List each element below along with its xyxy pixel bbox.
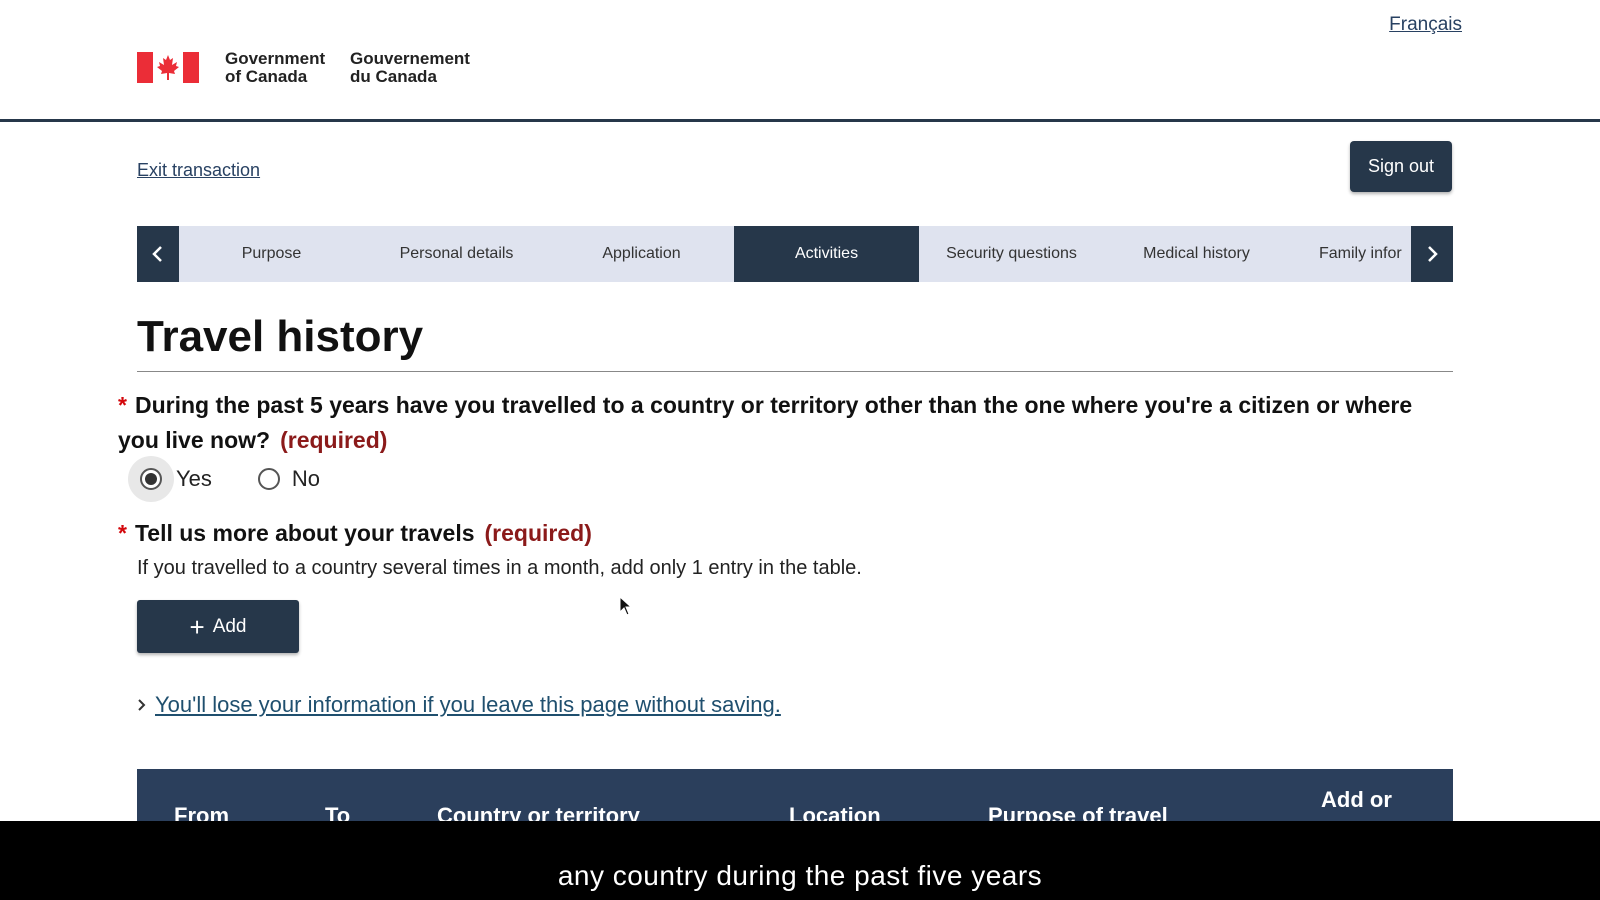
step-personal-details[interactable]: Personal details: [364, 226, 549, 282]
radio-yes[interactable]: Yes: [128, 456, 212, 502]
unsaved-warning-details[interactable]: You'll lose your information if you leav…: [137, 692, 781, 718]
radio-yes-input[interactable]: [140, 468, 162, 490]
unsaved-warning-link[interactable]: You'll lose your information if you leav…: [155, 692, 781, 718]
step-application[interactable]: Application: [549, 226, 734, 282]
government-wordmark-fr: Gouvernement du Canada: [350, 49, 470, 86]
radio-no[interactable]: No: [246, 456, 320, 502]
question-travel-details-text: Tell us more about your travels: [134, 520, 475, 546]
government-wordmark-en: Government of Canada: [225, 49, 326, 86]
language-toggle-link[interactable]: Français: [1389, 14, 1462, 36]
step-activities[interactable]: Activities: [734, 226, 919, 282]
chevron-left-icon[interactable]: [137, 226, 179, 282]
site-header: Government of Canada Gouvernement du Can…: [0, 0, 1600, 122]
add-travel-button[interactable]: + Add: [137, 600, 299, 653]
column-add-or: Add or: [1321, 787, 1392, 812]
question-travel-details: * Tell us more about your travels (require…: [118, 520, 592, 547]
required-asterisk: *: [118, 392, 127, 418]
radio-no-input[interactable]: [257, 468, 280, 490]
chevron-right-icon[interactable]: [1411, 226, 1453, 282]
question-travelled: * During the past 5 years have you travel…: [118, 388, 1448, 458]
travel-hint-text: If you travelled to a country several ti…: [137, 557, 862, 579]
sign-out-button[interactable]: Sign out: [1350, 141, 1452, 192]
required-label: (required): [280, 427, 388, 453]
mouse-cursor-icon: [619, 596, 633, 616]
plus-icon: +: [189, 611, 205, 642]
step-family-information[interactable]: Family infor: [1289, 226, 1404, 282]
required-label: (required): [484, 520, 592, 546]
step-purpose[interactable]: Purpose: [179, 226, 364, 282]
step-navigation: Purpose Personal details Application Act…: [137, 226, 1453, 282]
travel-table-header: From To Country or territory Location Pu…: [137, 769, 1453, 829]
required-asterisk: *: [118, 520, 127, 546]
title-divider: [137, 371, 1453, 372]
canada-flag-icon: [137, 52, 199, 83]
page-title: Travel history: [137, 312, 424, 361]
video-caption: any country during the past five years: [557, 860, 1043, 891]
radio-yes-label: Yes: [176, 466, 212, 491]
step-security-questions[interactable]: Security questions: [919, 226, 1104, 282]
step-list: Purpose Personal details Application Act…: [179, 226, 1411, 282]
travelled-radio-group: Yes No: [128, 456, 354, 502]
exit-transaction-link[interactable]: Exit transaction: [137, 160, 260, 181]
chevron-right-icon: [137, 692, 147, 718]
add-button-label: Add: [212, 615, 247, 637]
radio-no-label: No: [291, 466, 321, 491]
step-medical-history[interactable]: Medical history: [1104, 226, 1289, 282]
